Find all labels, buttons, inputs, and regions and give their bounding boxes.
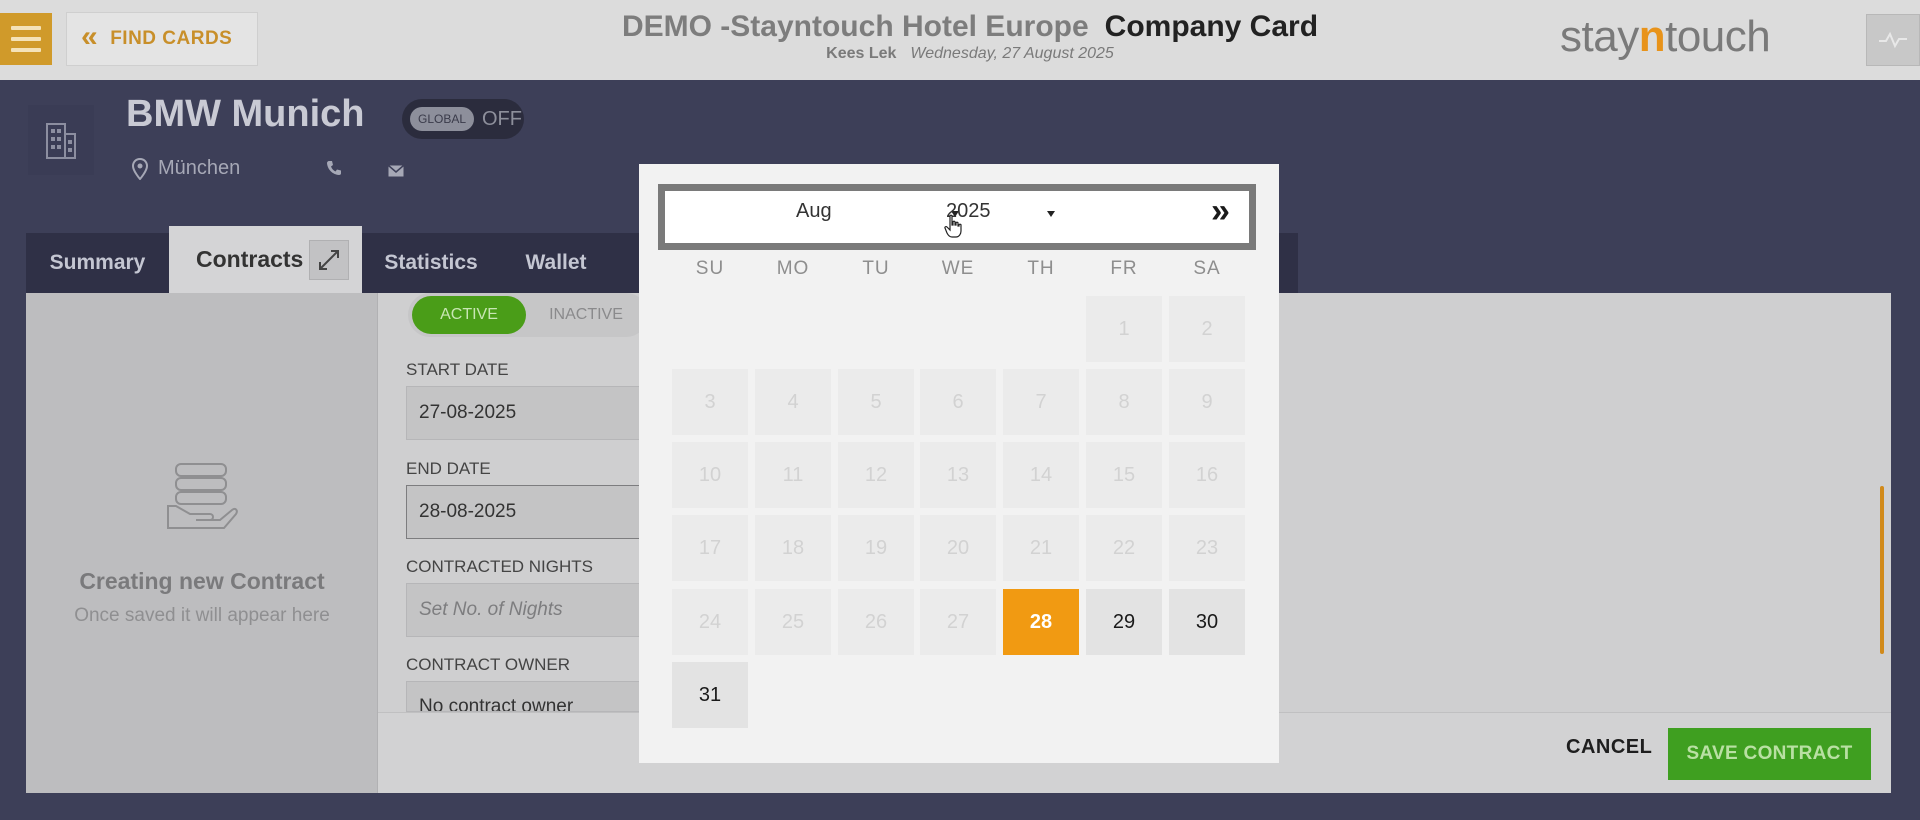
contract-owner-select[interactable]: No contract owner <box>406 681 642 712</box>
company-city: München <box>158 157 241 179</box>
calendar-day-3: 3 <box>672 369 748 435</box>
phone-icon[interactable] <box>326 160 342 181</box>
cancel-button[interactable]: CANCEL <box>1566 736 1652 759</box>
calendar-day-30[interactable]: 30 <box>1169 589 1245 655</box>
weekday-header-tu: TU <box>862 258 890 279</box>
global-toggle[interactable]: GLOBAL OFF <box>402 99 524 139</box>
calendar-day-27: 27 <box>920 589 996 655</box>
find-cards-label: FIND CARDS <box>110 28 233 49</box>
creating-contract-subtitle: Once saved it will appear here <box>74 605 330 626</box>
double-chevron-left-icon: « <box>81 20 99 53</box>
header-center: DEMO -Stayntouch Hotel Europe Company Car… <box>560 10 1380 63</box>
weekday-header-sa: SA <box>1193 258 1221 279</box>
double-chevron-right-icon[interactable]: » <box>1211 194 1230 228</box>
weekday-header-fr: FR <box>1110 258 1138 279</box>
tab-statistics[interactable]: Statistics <box>366 233 496 293</box>
hand-cursor-icon <box>944 214 962 243</box>
contract-owner-label: CONTRACT OWNER <box>406 655 571 674</box>
calendar-day-25: 25 <box>755 589 831 655</box>
calendar-day-16: 16 <box>1169 442 1245 508</box>
tab-summary[interactable]: Summary <box>26 233 169 293</box>
calendar-day-1: 1 <box>1086 296 1162 362</box>
calendar-day-13: 13 <box>920 442 996 508</box>
weekday-header-we: WE <box>941 258 975 279</box>
company-location: München <box>132 157 240 180</box>
end-date-field[interactable]: 28-08-2025 <box>406 485 642 539</box>
calendar-day-17: 17 <box>672 515 748 581</box>
calendar-day-26: 26 <box>838 589 914 655</box>
weekday-header-su: SU <box>695 258 725 279</box>
hamburger-icon-line <box>11 26 41 30</box>
calendar-day-5: 5 <box>838 369 914 435</box>
expand-icon <box>319 250 339 270</box>
scrollbar[interactable] <box>1880 486 1884 654</box>
calendar-day-14: 14 <box>1003 442 1079 508</box>
calendar-day-18: 18 <box>755 515 831 581</box>
creating-contract-title: Creating new Contract <box>79 568 325 594</box>
calendar-day-2: 2 <box>1169 296 1245 362</box>
header-subtitle: Kees Lek Wednesday, 27 August 2025 <box>560 45 1380 63</box>
calendar-day-6: 6 <box>920 369 996 435</box>
building-icon <box>46 123 76 159</box>
activity-button[interactable] <box>1866 14 1920 66</box>
calendar-day-19: 19 <box>838 515 914 581</box>
location-pin-icon <box>132 157 148 180</box>
calendar-day-29[interactable]: 29 <box>1086 589 1162 655</box>
pulse-icon <box>1879 31 1907 49</box>
save-contract-button[interactable]: SAVE CONTRACT <box>1668 728 1871 780</box>
hamburger-icon-line <box>11 37 41 41</box>
hamburger-menu-button[interactable] <box>0 13 52 65</box>
global-label: GLOBAL <box>410 107 474 131</box>
calendar-day-31[interactable]: 31 <box>672 662 748 728</box>
weekday-header-th: TH <box>1027 258 1055 279</box>
calendar-day-8: 8 <box>1086 369 1162 435</box>
company-name: BMW Munich <box>126 93 365 135</box>
calendar-day-20: 20 <box>920 515 996 581</box>
stayntouch-logo: stayntouch <box>1560 12 1771 61</box>
page-title: Company Card <box>1104 10 1319 43</box>
month-select[interactable]: Aug <box>796 200 832 223</box>
mail-icon[interactable] <box>388 164 404 182</box>
company-avatar <box>28 105 94 175</box>
year-dropdown-icon[interactable] <box>1047 211 1055 217</box>
start-date-label: START DATE <box>406 360 509 379</box>
calendar-day-22: 22 <box>1086 515 1162 581</box>
hamburger-icon-line <box>11 48 41 52</box>
calendar-day-12: 12 <box>838 442 914 508</box>
calendar-day-24: 24 <box>672 589 748 655</box>
header-title: DEMO -Stayntouch Hotel Europe Company Car… <box>560 10 1380 44</box>
tab-contracts-label: Contracts <box>196 246 304 272</box>
contract-icon <box>166 458 240 537</box>
calendar-day-21: 21 <box>1003 515 1079 581</box>
calendar-day-4: 4 <box>755 369 831 435</box>
find-cards-button[interactable]: « FIND CARDS <box>66 12 258 66</box>
weekday-header-mo: MO <box>776 258 810 279</box>
calendar-day-11: 11 <box>755 442 831 508</box>
expand-button[interactable] <box>309 240 349 280</box>
global-state: OFF <box>482 108 522 130</box>
status-active-option[interactable]: ACTIVE <box>412 296 526 334</box>
contracted-nights-input[interactable]: Set No. of Nights <box>406 583 642 637</box>
calendar-day-10: 10 <box>672 442 748 508</box>
status-inactive-option[interactable]: INACTIVE <box>534 296 638 334</box>
end-date-label: END DATE <box>406 459 491 478</box>
tab-wallet[interactable]: Wallet <box>500 233 612 293</box>
business-date: Wednesday, 27 August 2025 <box>910 45 1114 62</box>
start-date-field[interactable]: 27-08-2025 <box>406 386 642 440</box>
calendar-day-9: 9 <box>1169 369 1245 435</box>
calendar-day-15: 15 <box>1086 442 1162 508</box>
calendar-day-23: 23 <box>1169 515 1245 581</box>
contracts-list-panel <box>26 293 378 793</box>
contracted-nights-label: CONTRACTED NIGHTS <box>406 557 593 576</box>
calendar-day-7: 7 <box>1003 369 1079 435</box>
user-name: Kees Lek <box>826 45 897 62</box>
hotel-name: DEMO -Stayntouch Hotel Europe <box>621 10 1089 43</box>
calendar-day-28[interactable]: 28 <box>1003 589 1079 655</box>
